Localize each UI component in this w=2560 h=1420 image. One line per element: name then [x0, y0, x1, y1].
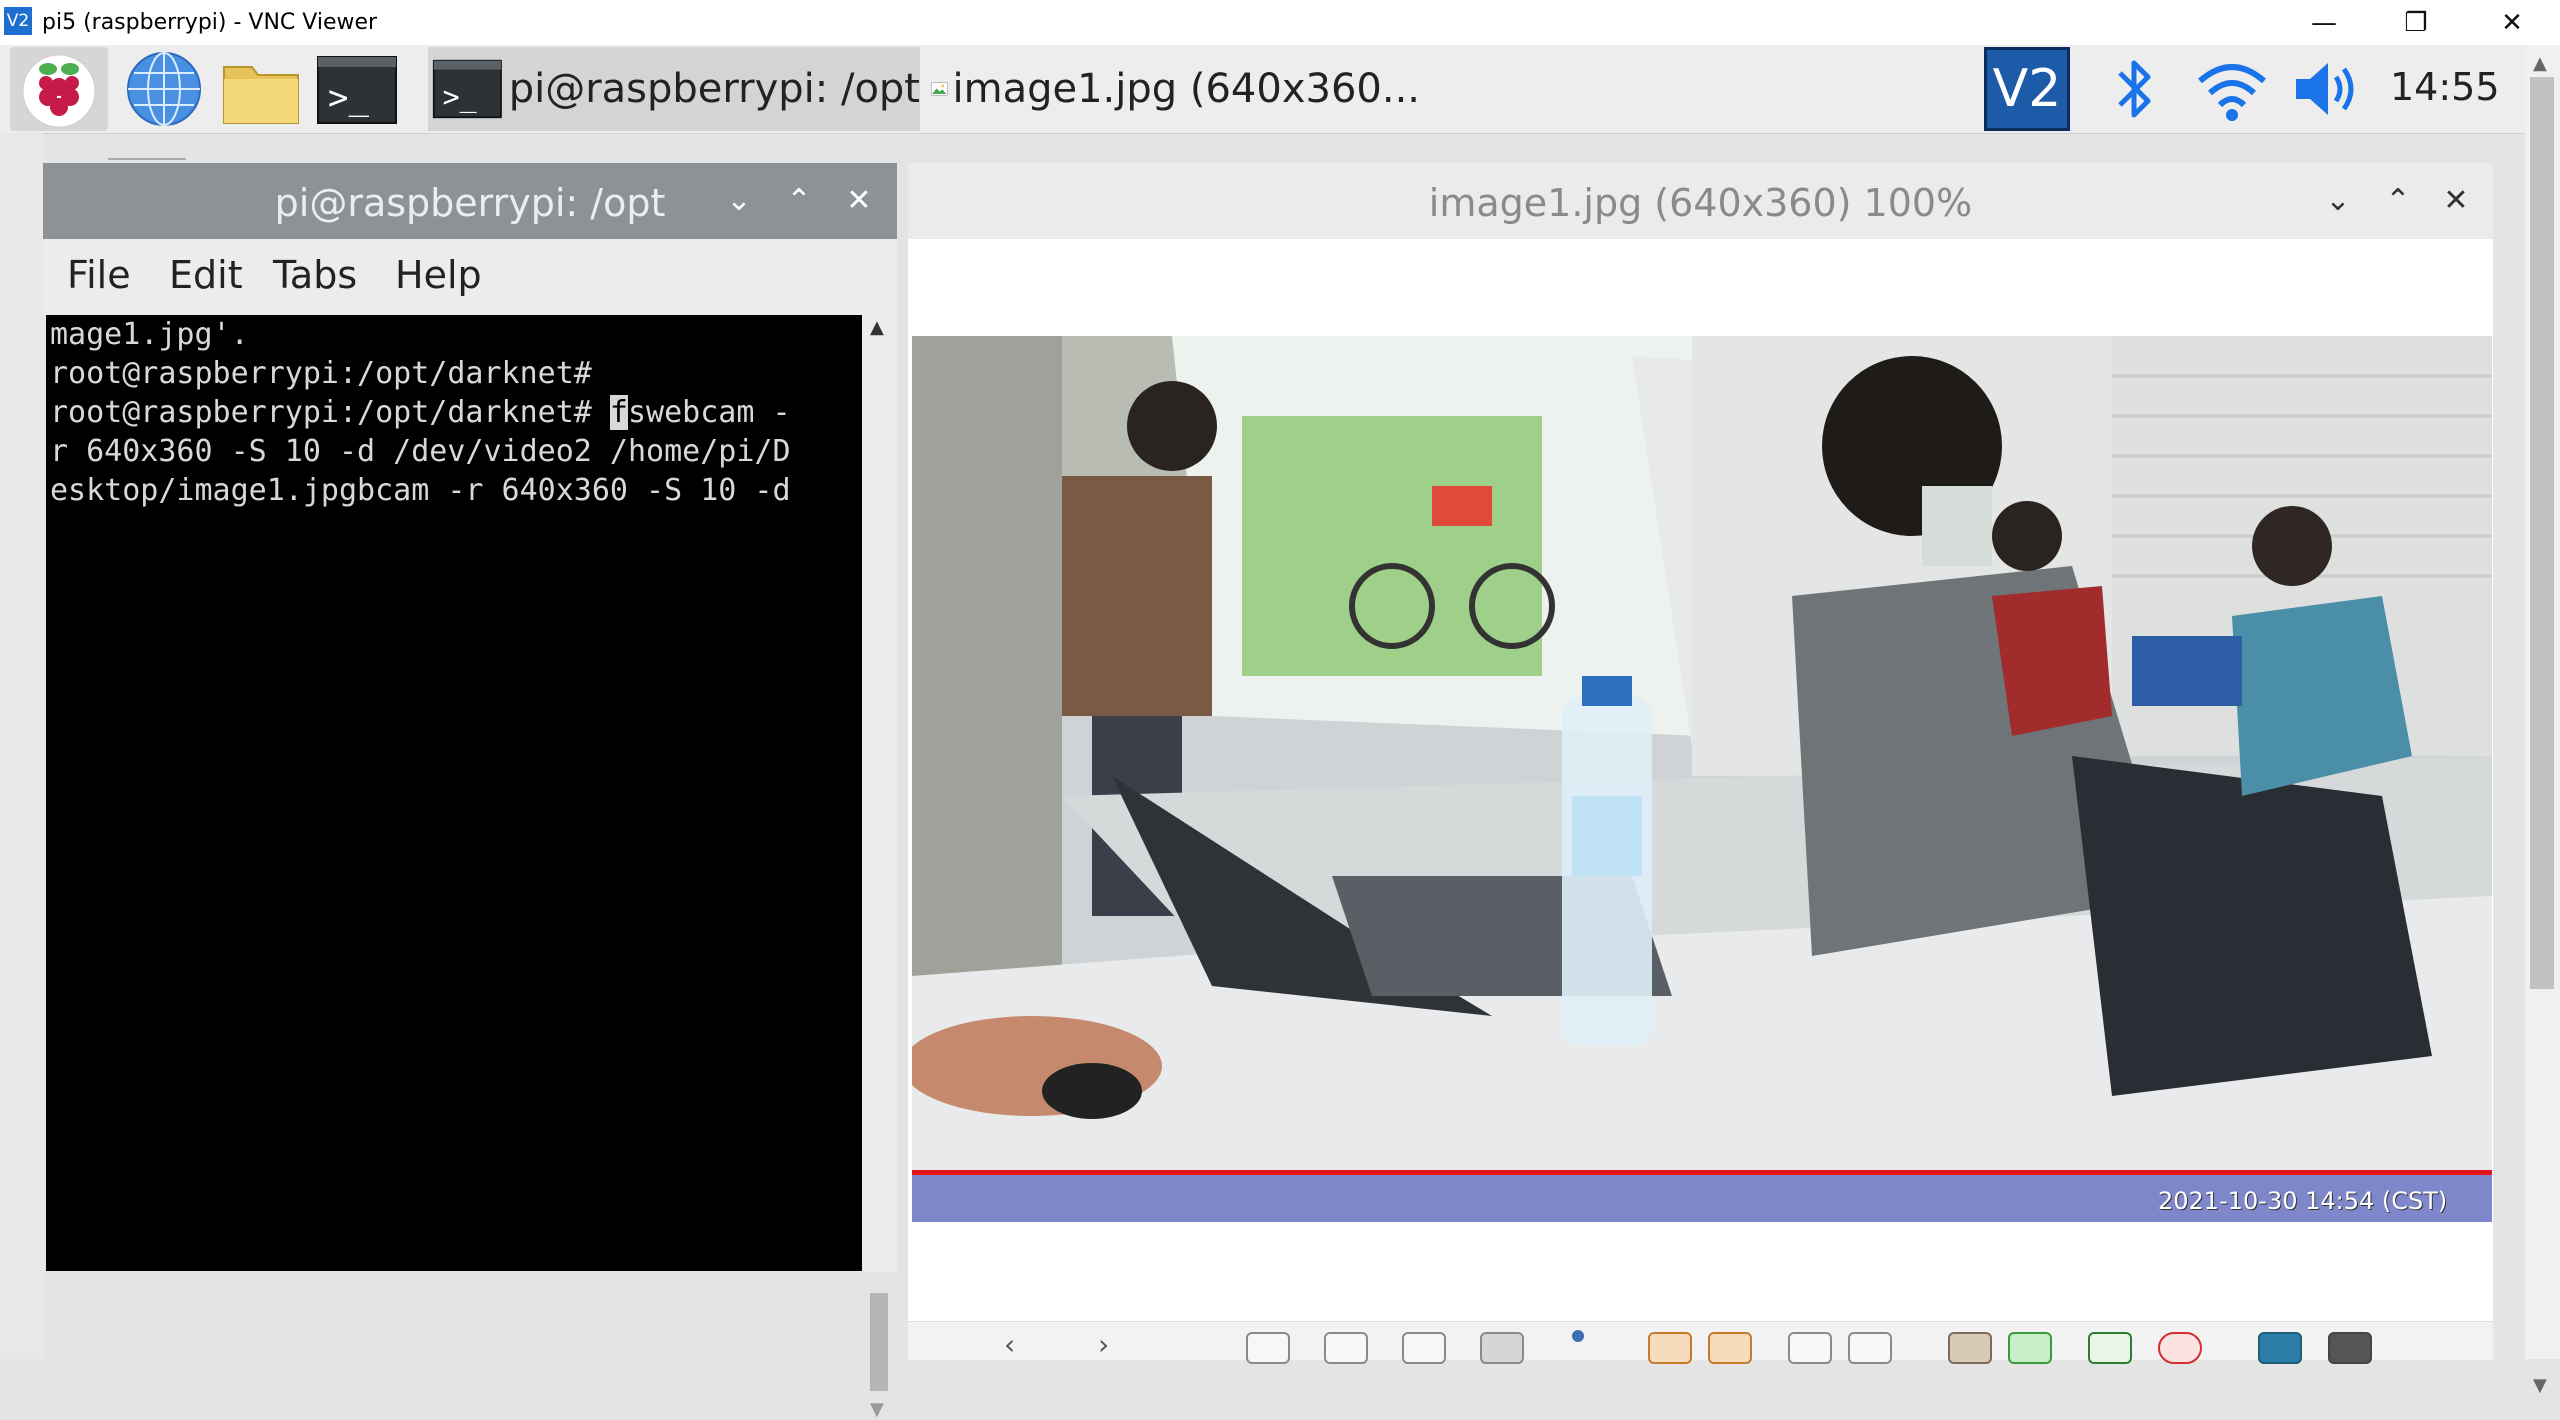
- fit-window-icon[interactable]: [1402, 1332, 1446, 1364]
- terminal-line: r 640x360 -S 10 -d /dev/video2 /home/pi/…: [50, 434, 791, 469]
- command-text: swebcam -: [627, 395, 791, 430]
- wifi-tray-button[interactable]: [2192, 47, 2272, 131]
- scrollbar-thumb[interactable]: [2530, 77, 2554, 989]
- terminal-titlebar[interactable]: pi@raspberrypi: /opt ⌄ ⌃ ✕: [43, 163, 897, 239]
- scrollbar-thumb[interactable]: [870, 1293, 888, 1391]
- text-cursor: f: [609, 395, 628, 430]
- volume-tray-button[interactable]: [2288, 47, 2364, 131]
- bluetooth-icon: [2118, 60, 2151, 118]
- prompt: root@raspberrypi:/opt/darknet#: [50, 395, 610, 430]
- scroll-down-icon[interactable]: ▼: [2533, 1375, 2547, 1396]
- close-icon[interactable]: ✕: [839, 179, 879, 223]
- terminal-line: mage1.jpg'.: [50, 317, 249, 352]
- terminal-scrollbar[interactable]: ▲ ▼: [862, 315, 897, 1420]
- taskbar-task-terminal[interactable]: >_ pi@raspberrypi: /opt: [428, 47, 920, 131]
- terminal-launcher[interactable]: >_: [314, 47, 400, 131]
- close-button[interactable]: ✕: [2476, 0, 2548, 45]
- desktop-background: [0, 133, 43, 1359]
- open-file-icon[interactable]: [1948, 1332, 1992, 1364]
- minimize-button[interactable]: —: [2288, 0, 2360, 45]
- menu-help[interactable]: Help: [395, 253, 482, 297]
- scroll-up-icon[interactable]: ▲: [870, 317, 884, 338]
- image-viewer-window: image1.jpg (640x360) 100% ⌄ ⌃ ✕ 2021-10-…: [908, 163, 2493, 1364]
- scroll-down-icon[interactable]: ▼: [870, 1399, 884, 1420]
- svg-text:>_: >_: [328, 78, 369, 118]
- photo-timestamp: 2021-10-30 14:54 (CST): [2158, 1187, 2448, 1215]
- terminal-icon: >_: [432, 59, 502, 119]
- scroll-up-icon[interactable]: ▲: [2533, 53, 2547, 74]
- vnc-window-titlebar: V2 pi5 (raspberrypi) - VNC Viewer — ❐ ✕: [0, 0, 2560, 46]
- original-size-icon[interactable]: [1480, 1332, 1524, 1364]
- menu-file[interactable]: File: [67, 253, 131, 297]
- exit-icon[interactable]: [2328, 1332, 2372, 1364]
- save-icon[interactable]: [2008, 1332, 2052, 1364]
- image-viewer-toolbar: ‹ ›: [908, 1321, 2493, 1364]
- vnc-tray-button[interactable]: V2: [1984, 47, 2076, 131]
- save-as-icon[interactable]: [2088, 1332, 2132, 1364]
- minimize-icon[interactable]: ⌄: [719, 179, 759, 223]
- webcam-photo: [912, 336, 2492, 1222]
- image-viewer-icon: [931, 82, 948, 96]
- zoom-out-icon[interactable]: [1246, 1332, 1290, 1364]
- volume-icon: [2296, 63, 2354, 115]
- minimize-icon[interactable]: ⌄: [2318, 179, 2358, 223]
- clock[interactable]: 14:55: [2390, 65, 2500, 109]
- restore-button[interactable]: ❐: [2380, 0, 2452, 45]
- terminal-title: pi@raspberrypi: /opt: [274, 181, 666, 225]
- svg-text:>_: >_: [443, 81, 478, 115]
- terminal-window: pi@raspberrypi: /opt ⌄ ⌃ ✕ File Edit Tab…: [43, 163, 897, 1420]
- file-manager-icon: [223, 66, 299, 124]
- task-label: image1.jpg (640x360...: [952, 66, 1420, 112]
- raspberry-menu-icon: [22, 54, 96, 128]
- vnc-server-icon: V2: [1984, 47, 2070, 131]
- web-browser-launcher[interactable]: [122, 47, 206, 131]
- wifi-icon: [2198, 64, 2266, 121]
- zoom-in-icon[interactable]: [1324, 1332, 1368, 1364]
- info-icon[interactable]: [1572, 1330, 1584, 1342]
- vnc-app-icon: V2: [4, 7, 32, 35]
- viewer-vertical-scrollbar[interactable]: ▲ ▼: [2525, 45, 2560, 1396]
- flip-horizontal-icon[interactable]: [1788, 1332, 1832, 1364]
- rotate-right-icon[interactable]: [1708, 1332, 1752, 1364]
- terminal-line: esktop/image1.jpgbcam -r 640x360 -S 10 -…: [50, 473, 791, 508]
- file-manager-launcher[interactable]: [218, 47, 304, 131]
- close-icon[interactable]: ✕: [2436, 179, 2476, 223]
- taskbar-task-image-viewer[interactable]: image1.jpg (640x360...: [928, 47, 1420, 131]
- terminal-output[interactable]: mage1.jpg'. root@raspberrypi:/opt/darkne…: [46, 315, 862, 1271]
- rotate-left-icon[interactable]: [1648, 1332, 1692, 1364]
- image-viewer-title: image1.jpg (640x360) 100%: [1428, 181, 1973, 225]
- flip-vertical-icon[interactable]: [1848, 1332, 1892, 1364]
- bluetooth-tray-button[interactable]: [2104, 47, 2164, 131]
- previous-image-icon[interactable]: ‹: [1004, 1328, 1015, 1361]
- maximize-icon[interactable]: ⌃: [2378, 179, 2418, 223]
- maximize-icon[interactable]: ⌃: [779, 179, 819, 223]
- raspberry-menu-button[interactable]: [10, 47, 108, 131]
- menu-edit[interactable]: Edit: [169, 253, 243, 297]
- terminal-line: root@raspberrypi:/opt/darknet#: [50, 356, 592, 391]
- pi-taskbar: >_ >_ pi@raspberrypi: /opt image1.jpg (6…: [0, 45, 2525, 134]
- preferences-icon[interactable]: [2258, 1332, 2302, 1364]
- image-viewer-titlebar[interactable]: image1.jpg (640x360) 100% ⌄ ⌃ ✕: [908, 163, 2493, 239]
- terminal-line: root@raspberrypi:/opt/darknet# fswebcam …: [50, 393, 791, 432]
- menu-tabs[interactable]: Tabs: [273, 253, 357, 297]
- terminal-menubar: File Edit Tabs Help: [43, 239, 897, 315]
- next-image-icon[interactable]: ›: [1098, 1328, 1109, 1361]
- web-browser-icon: [127, 52, 201, 126]
- terminal-icon: >_: [317, 56, 397, 124]
- window-title: pi5 (raspberrypi) - VNC Viewer: [42, 10, 378, 35]
- task-label: pi@raspberrypi: /opt: [508, 66, 920, 112]
- delete-icon[interactable]: [2158, 1332, 2202, 1364]
